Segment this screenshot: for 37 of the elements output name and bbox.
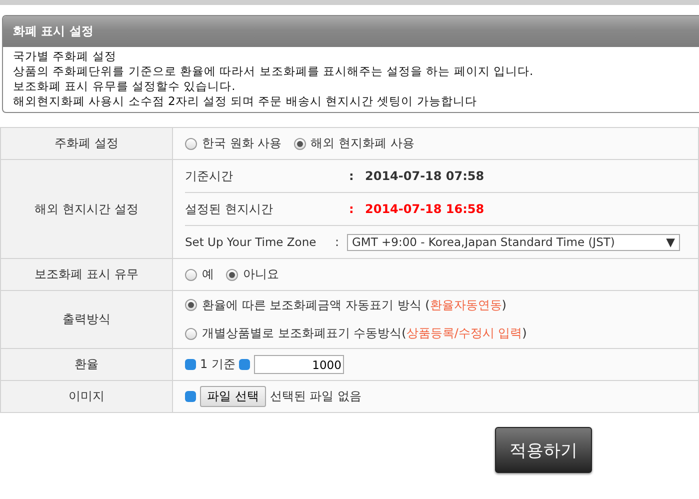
- colon: :: [349, 169, 355, 183]
- field-label: Set Up Your Time Zone: [185, 235, 318, 249]
- option-label: 해외 현지화폐 사용: [310, 135, 414, 152]
- row-label: 주화폐 설정: [0, 128, 172, 160]
- option-label: 아니요: [243, 266, 279, 283]
- colon: :: [349, 202, 355, 216]
- timezone-dropdown[interactable]: GMT +9:00 - Korea,Japan Standard Time (JST) ▼: [347, 234, 680, 250]
- radio-button[interactable]: [185, 328, 197, 340]
- info-text: 해외현지화폐 사용시 소수점 2자리 설정 되며 주문 배송시 현지시간 셋팅이 가능합니다: [13, 94, 478, 109]
- colon: :: [335, 235, 340, 249]
- unit-label: 1 기준: [200, 356, 236, 373]
- panel-title: 화폐 표시 설정: [3, 16, 699, 47]
- field-label: 기준시간: [185, 168, 234, 184]
- row-label: 보조화폐 표시 유무: [0, 258, 172, 290]
- radio-button[interactable]: [226, 268, 238, 280]
- info-text: 국가별 주화폐 설정: [13, 49, 118, 64]
- radio-button[interactable]: [185, 138, 197, 150]
- rate-input[interactable]: 1000: [254, 355, 344, 374]
- file-select-button[interactable]: 파일 선택: [200, 386, 266, 407]
- option-label: 개별상품별로 보조화폐표기 수동방식(상품등록/수정시 입력): [202, 325, 527, 342]
- apply-button[interactable]: 적용하기: [495, 427, 592, 473]
- row-label: 해외 현지시간 설정: [0, 160, 172, 258]
- option-label: 예: [202, 266, 214, 283]
- field-label: 설정된 현지시간: [185, 200, 274, 218]
- radio-button[interactable]: [294, 138, 306, 150]
- local-time: 2014-07-18 16:58: [365, 202, 484, 216]
- info-text: 보조화폐 표시 유무를 설정할수 있습니다.: [13, 79, 236, 94]
- info-text: 상품의 주화폐단위를 기준으로 환율에 따라서 보조화폐를 표시해주는 설정을 하는 페이지 입니다.: [13, 64, 534, 79]
- row-label: 이미지: [0, 380, 172, 412]
- row-label: 환율: [0, 348, 172, 380]
- radio-button[interactable]: [185, 299, 197, 312]
- radio-button[interactable]: [185, 268, 197, 280]
- file-status: 선택된 파일 없음: [270, 388, 362, 405]
- option-label: 한국 원화 사용: [202, 135, 282, 152]
- option-label: 환율에 따른 보조화폐금액 자동표기 방식 (환율자동연동): [202, 296, 506, 314]
- row-label: 출력방식: [0, 290, 172, 348]
- base-time: 2014-07-18 07:58: [365, 169, 484, 183]
